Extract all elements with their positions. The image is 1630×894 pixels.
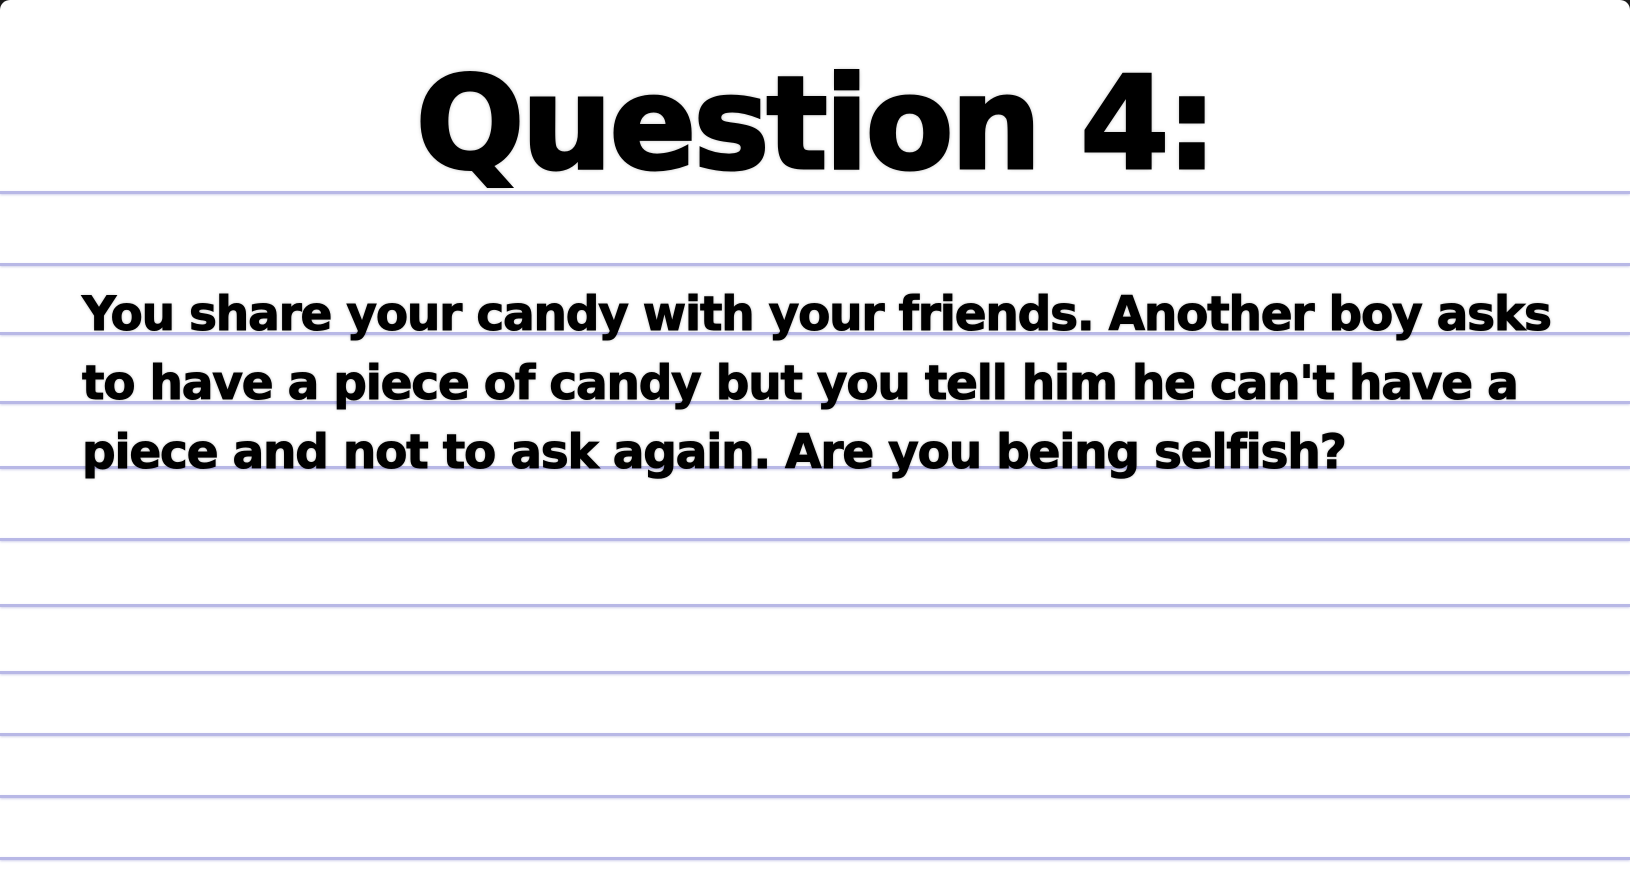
ruled-line <box>0 795 1630 798</box>
question-text: You share your candy with your friends. … <box>82 280 1562 487</box>
ruled-line <box>0 857 1630 860</box>
question-card: Question 4: You share your candy with yo… <box>0 0 1630 894</box>
ruled-line <box>0 538 1630 541</box>
question-line: You share your candy with your friends. … <box>82 287 1553 343</box>
question-line: piece and not to ask again. Are you bein… <box>82 425 1348 481</box>
ruled-line <box>0 733 1630 736</box>
question-line: to have a piece of candy but you tell hi… <box>82 356 1520 412</box>
ruled-line <box>0 263 1630 266</box>
ruled-line <box>0 671 1630 674</box>
question-title: Question 4: <box>414 49 1219 201</box>
ruled-line <box>0 604 1630 607</box>
